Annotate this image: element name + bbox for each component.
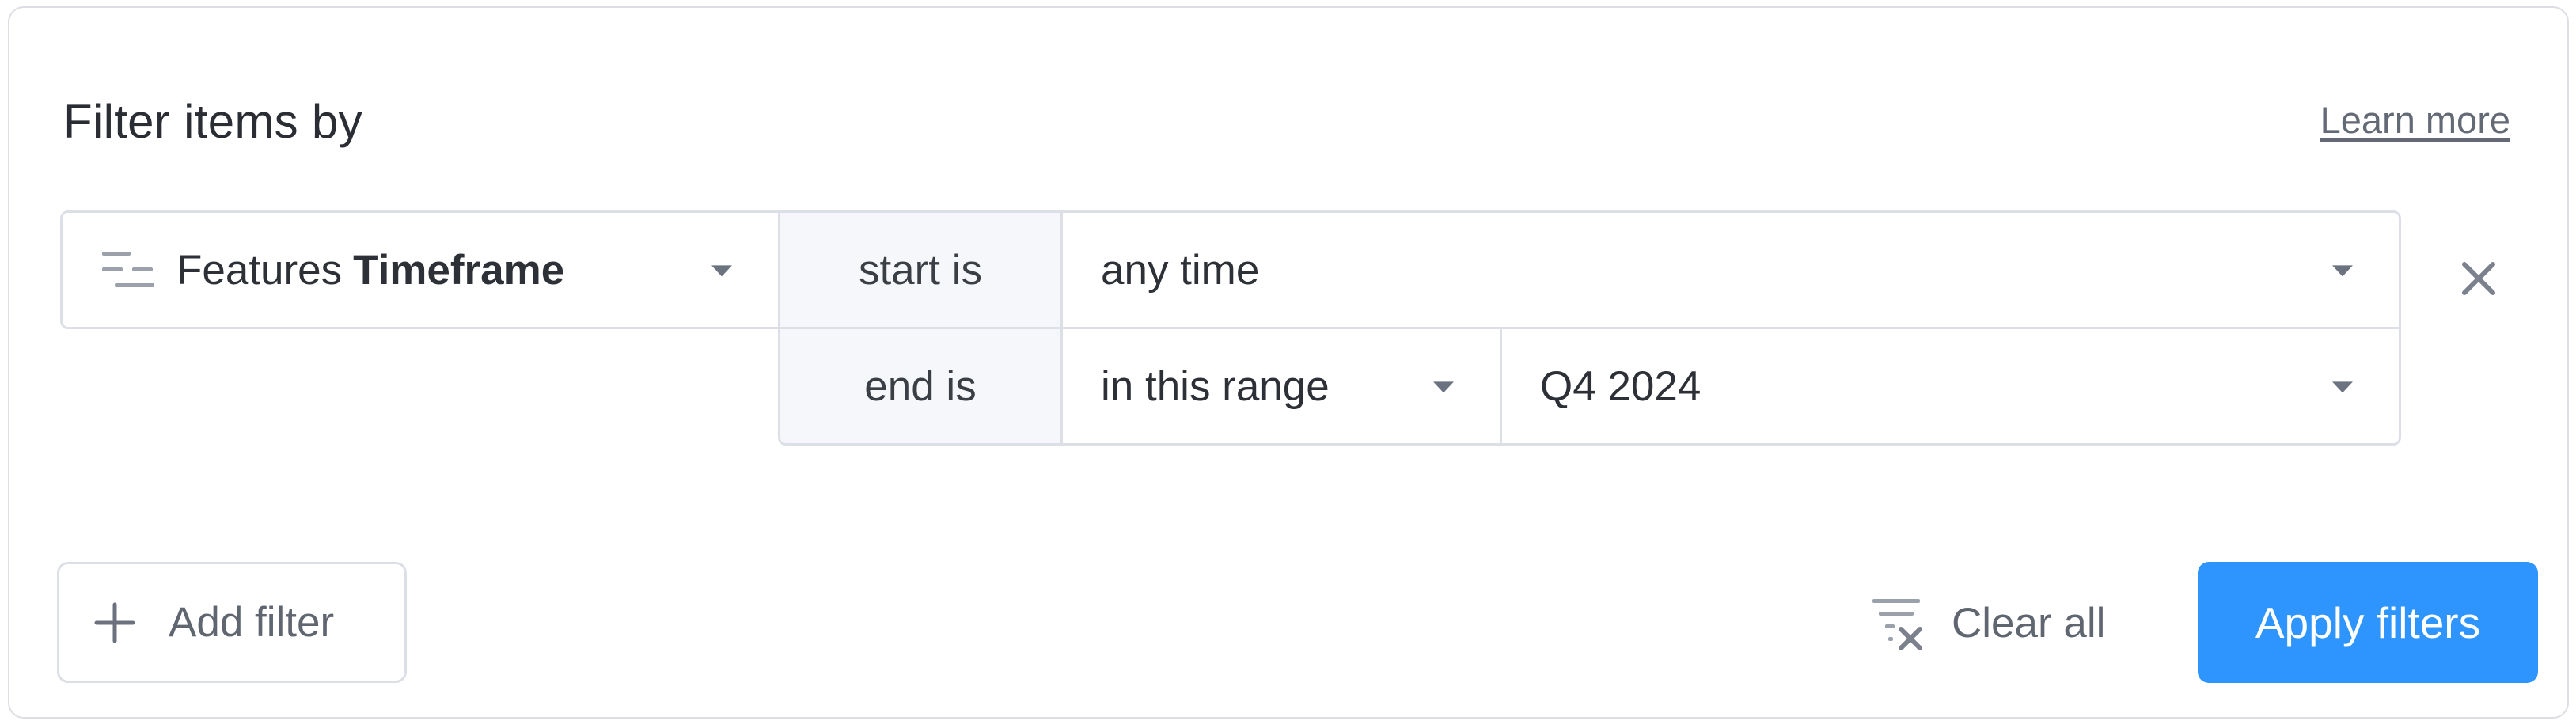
start-value: any time xyxy=(1101,246,1260,294)
clear-all-button[interactable]: Clear all xyxy=(1869,586,2105,661)
chevron-down-icon xyxy=(1433,381,1454,393)
end-range-mode-select[interactable]: in this range xyxy=(1060,327,1502,446)
panel-title: Filter items by xyxy=(63,95,362,148)
filter-panel: Filter items by Learn more Features Time… xyxy=(8,6,2569,719)
plus-icon xyxy=(94,602,135,643)
learn-more-link[interactable]: Learn more xyxy=(2320,97,2510,144)
field-prefix: Features xyxy=(176,246,343,294)
clear-filter-icon xyxy=(1872,598,1922,650)
chevron-down-icon xyxy=(2332,381,2353,393)
operator-start: start is xyxy=(778,210,1063,329)
chevron-down-icon xyxy=(711,265,732,277)
start-value-select[interactable]: any time xyxy=(1060,210,2401,329)
remove-filter-button[interactable] xyxy=(2447,247,2510,310)
operator-end: end is xyxy=(778,327,1063,446)
end-value: Q4 2024 xyxy=(1540,362,1702,410)
field-name: Timeframe xyxy=(353,246,565,294)
chevron-down-icon xyxy=(2332,265,2353,277)
end-range-mode: in this range xyxy=(1101,362,1330,410)
field-select[interactable]: Features Timeframe xyxy=(60,210,780,329)
clear-all-label: Clear all xyxy=(1952,600,2106,646)
end-value-select[interactable]: Q4 2024 xyxy=(1500,327,2401,446)
list-filter-icon xyxy=(102,252,154,287)
apply-filters-button[interactable]: Apply filters xyxy=(2198,562,2538,683)
close-icon xyxy=(2462,262,2495,295)
add-filter-label: Add filter xyxy=(169,599,335,646)
add-filter-button[interactable]: Add filter xyxy=(57,562,407,683)
